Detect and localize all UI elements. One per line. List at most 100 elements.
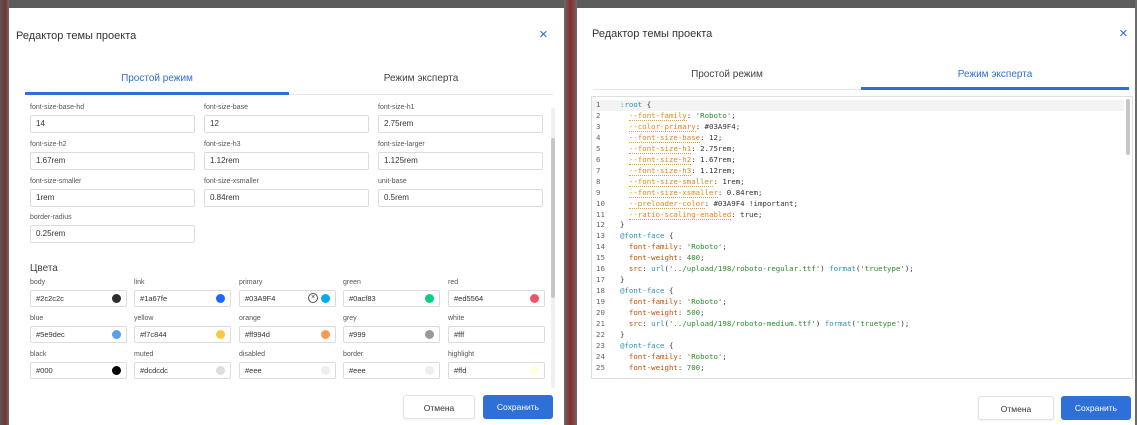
cancel-button[interactable]: Отмена: [403, 395, 475, 419]
line-number: 8: [596, 176, 601, 186]
input-font-size-h1[interactable]: 2.75rem: [378, 115, 543, 133]
tab-simple-mode[interactable]: Простой режим: [593, 69, 861, 80]
code-line[interactable]: 2 --font-family: 'Roboto';: [592, 110, 1124, 122]
code-line[interactable]: 6 --font-size-h2: 1.67rem;: [592, 154, 1124, 166]
line-number: 3: [596, 121, 601, 131]
input-border-radius[interactable]: 0.25rem: [30, 225, 195, 243]
color-input-blue[interactable]: #5e9dec: [30, 326, 127, 343]
input-font-size-base-hd[interactable]: 14: [30, 115, 195, 133]
input-font-size-h3[interactable]: 1.12rem: [204, 152, 369, 170]
line-number: 13: [596, 231, 605, 241]
input-font-size-smaller[interactable]: 1rem: [30, 189, 195, 207]
code-line[interactable]: 13 @font-face {: [592, 231, 1124, 242]
color-swatch-icon[interactable]: [530, 294, 539, 303]
color-value: #ff994d: [245, 330, 270, 339]
color-value: #03A9F4: [245, 294, 276, 303]
code-line[interactable]: 24 font-family: 'Roboto';: [592, 352, 1124, 363]
color-label-white: white: [448, 315, 465, 322]
color-input-body[interactable]: #2c2c2c: [30, 290, 127, 307]
color-swatch-icon[interactable]: [216, 294, 225, 303]
color-value: #dcdcdc: [140, 366, 168, 375]
scrollbar-thumb[interactable]: [551, 138, 555, 298]
code-line[interactable]: 11 --ratio-scaling-enabled: true;: [592, 209, 1124, 221]
code-line[interactable]: 4 --font-size-base: 12;: [592, 132, 1124, 144]
code-text: --ratio-scaling-enabled: true;: [628, 209, 763, 220]
code-line[interactable]: 3 --color-primary: #03A9F4;: [592, 121, 1124, 133]
field-label-font-size-xsmaller: font-size-xsmaller: [204, 178, 259, 185]
color-swatch-icon[interactable]: [425, 366, 434, 375]
code-line[interactable]: 18 @font-face {: [592, 286, 1124, 297]
code-line[interactable]: 8 --font-size-smaller: 1rem;: [592, 176, 1124, 188]
color-label-border: border: [343, 351, 364, 358]
color-value: #0acf83: [349, 294, 376, 303]
code-line[interactable]: 14 font-family: 'Roboto';: [592, 242, 1124, 253]
save-button[interactable]: Сохранить: [483, 395, 553, 419]
color-input-white[interactable]: #fff: [448, 326, 545, 343]
tab-simple-mode[interactable]: Простой режим: [25, 73, 289, 84]
color-swatch-icon[interactable]: [112, 294, 121, 303]
close-icon[interactable]: ×: [539, 27, 548, 42]
input-font-size-base[interactable]: 12: [204, 115, 369, 133]
cancel-button[interactable]: Отмена: [978, 396, 1054, 420]
color-input-red[interactable]: #ed5564: [448, 290, 545, 307]
code-line[interactable]: 16 src: url('../upload/198/roboto-regula…: [592, 264, 1124, 275]
input-font-size-h2[interactable]: 1.67rem: [30, 152, 195, 170]
color-swatch-icon[interactable]: [321, 330, 330, 339]
code-text: font-family: 'Roboto';: [628, 242, 727, 252]
color-input-border[interactable]: #eee: [343, 362, 440, 379]
color-input-black[interactable]: #000: [30, 362, 127, 379]
color-input-link[interactable]: #1a67fe: [134, 290, 231, 307]
close-icon[interactable]: ×: [1119, 26, 1128, 41]
code-line[interactable]: 22}: [592, 330, 1124, 341]
color-swatch-icon[interactable]: [425, 330, 434, 339]
tab-expert-mode[interactable]: Режим эксперта: [861, 69, 1129, 80]
color-input-orange[interactable]: #ff994d: [239, 326, 336, 343]
code-line[interactable]: 17}: [592, 275, 1124, 286]
color-label-highlight: highlight: [448, 351, 475, 358]
clear-icon[interactable]: ×: [308, 293, 318, 303]
save-button[interactable]: Сохранить: [1061, 396, 1131, 420]
input-font-size-xsmaller[interactable]: 0.84rem: [204, 189, 369, 207]
code-line[interactable]: 25 font-weight: 700;: [592, 363, 1124, 374]
code-line[interactable]: 12}: [592, 220, 1124, 231]
color-input-highlight[interactable]: #ffd: [448, 362, 545, 379]
color-swatch-icon[interactable]: [530, 366, 539, 375]
code-line[interactable]: 21 src: url('../upload/198/roboto-medium…: [592, 319, 1124, 330]
color-input-grey[interactable]: #999: [343, 326, 440, 343]
code-editor[interactable]: 1:root {2 --font-family: 'Roboto'; 3 --co…: [591, 96, 1133, 379]
code-line[interactable]: 7 --font-size-h3: 1.12rem;: [592, 165, 1124, 177]
line-number: 25: [596, 362, 605, 372]
color-input-disabled[interactable]: #eee: [239, 362, 336, 379]
color-label-red: red: [448, 279, 459, 286]
color-input-muted[interactable]: #dcdcdc: [134, 362, 231, 379]
line-number: 20: [596, 308, 605, 318]
code-line[interactable]: 15 font-weight: 400;: [592, 253, 1124, 264]
color-swatch-icon[interactable]: [112, 330, 121, 339]
tab-expert-mode[interactable]: Режим эксперта: [289, 73, 553, 84]
field-label-font-size-larger: font-size-larger: [378, 141, 425, 148]
code-line[interactable]: 9 --font-size-xsmaller: 0.84rem;: [592, 187, 1124, 199]
field-label-font-size-h2: font-size-h2: [30, 141, 67, 148]
code-line[interactable]: 23 @font-face {: [592, 341, 1124, 352]
color-swatch-icon[interactable]: [321, 366, 330, 375]
color-swatch-icon[interactable]: [425, 294, 434, 303]
code-line[interactable]: 20 font-weight: 500;: [592, 308, 1124, 319]
code-line[interactable]: 5 --font-size-h1: 2.75rem;: [592, 143, 1124, 155]
code-line[interactable]: 19 font-family: 'Roboto';: [592, 297, 1124, 308]
color-swatch-icon[interactable]: [530, 330, 539, 339]
code-line[interactable]: 1:root {: [592, 100, 1124, 111]
color-swatch-icon[interactable]: [321, 294, 330, 303]
color-input-yellow[interactable]: #f7c844: [134, 326, 231, 343]
color-value: #999: [349, 330, 366, 339]
input-font-size-larger[interactable]: 1.125rem: [378, 152, 543, 170]
color-input-green[interactable]: #0acf83: [343, 290, 440, 307]
color-swatch-icon[interactable]: [216, 366, 225, 375]
line-number: 22: [596, 329, 605, 339]
editor-scrollbar-thumb[interactable]: [1126, 99, 1130, 155]
code-text: @font-face {: [620, 286, 674, 296]
color-swatch-icon[interactable]: [216, 330, 225, 339]
input-unit-base[interactable]: 0.5rem: [378, 189, 543, 207]
code-line[interactable]: 10 --preloader-color: #03A9F4 !important…: [592, 198, 1124, 210]
color-swatch-icon[interactable]: [112, 366, 121, 375]
color-input-primary[interactable]: #03A9F4 ×: [239, 290, 336, 307]
